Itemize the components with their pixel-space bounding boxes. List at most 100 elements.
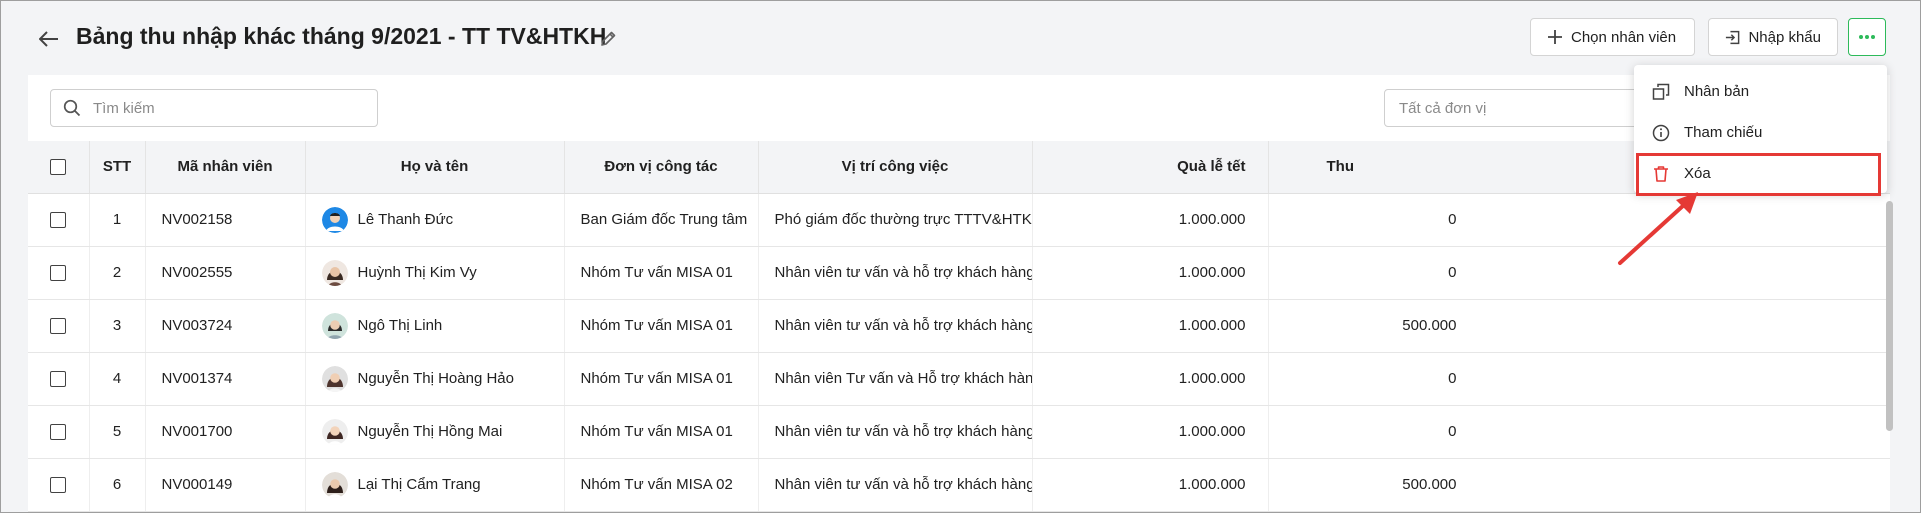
employee-name: Ngô Thị Linh <box>357 317 443 334</box>
other-income-cell: 0 <box>1268 246 1890 300</box>
vertical-scrollbar[interactable] <box>1886 201 1893 431</box>
unit-cell: Nhóm Tư vấn MISA 01 <box>564 246 759 300</box>
employee-name: Huỳnh Thị Kim Vy <box>357 264 477 281</box>
row-checkbox[interactable] <box>50 265 67 282</box>
page-title: Bảng thu nhập khác tháng 9/2021 - TT TV&… <box>76 23 607 49</box>
avatar <box>321 312 348 339</box>
employee-code-cell: NV003724 <box>145 299 306 353</box>
row-checkbox[interactable] <box>50 371 67 388</box>
other-income-cell: 0 <box>1268 405 1890 459</box>
duplicate-icon <box>1652 83 1670 100</box>
employee-code-cell: NV001374 <box>145 352 306 406</box>
more-dots-icon <box>1859 35 1875 39</box>
full-name-cell: Nguyễn Thị Hoàng Hảo <box>305 352 565 406</box>
table-row[interactable]: 2 NV002555 Huỳnh Thị Kim Vy Nhóm Tư vấn … <box>28 246 1890 300</box>
table-row[interactable]: 6 NV000149 Lại Thị Cẩm Trang Nhóm Tư vấn… <box>28 458 1890 512</box>
other-income-value: 0 <box>1448 264 1457 281</box>
import-label: Nhập khẩu <box>1748 28 1821 46</box>
menu-item-reference[interactable]: Tham chiếu <box>1634 112 1887 153</box>
row-select-cell <box>28 352 90 406</box>
import-icon <box>1725 30 1740 44</box>
full-name-cell: Lê Thanh Đức <box>305 193 565 247</box>
plus-icon <box>1548 30 1562 44</box>
position-cell: Nhân viên Tư vấn và Hỗ trợ khách hàng <box>758 352 1033 406</box>
position-cell: Nhân viên tư vấn và hỗ trợ khách hàng <box>758 458 1033 512</box>
column-header-employee-code[interactable]: Mã nhân viên <box>145 141 306 194</box>
annotation-highlight-box <box>1636 153 1881 196</box>
info-icon <box>1652 124 1670 141</box>
employee-code-cell: NV001700 <box>145 405 306 459</box>
employee-name: Lê Thanh Đức <box>357 211 454 228</box>
employee-name: Lại Thị Cẩm Trang <box>357 476 481 493</box>
other-income-cell: 500.000 <box>1268 458 1890 512</box>
avatar <box>321 418 348 445</box>
import-button[interactable]: Nhập khẩu <box>1708 18 1838 56</box>
choose-employee-button[interactable]: Chọn nhân viên <box>1530 18 1695 56</box>
app-window: Bảng thu nhập khác tháng 9/2021 - TT TV&… <box>0 0 1921 513</box>
column-header-stt[interactable]: STT <box>89 141 146 194</box>
unit-cell: Nhóm Tư vấn MISA 01 <box>564 352 759 406</box>
avatar <box>321 259 348 286</box>
employee-table: STT Mã nhân viên Họ và tên Đơn vị công t… <box>28 141 1890 512</box>
other-income-cell: 0 <box>1268 193 1890 247</box>
stt-cell: 4 <box>89 352 146 406</box>
column-header-gift[interactable]: Quà lễ tết <box>1032 141 1269 194</box>
other-income-value: 500.000 <box>1402 476 1457 493</box>
stt-cell: 6 <box>89 458 146 512</box>
table-row[interactable]: 5 NV001700 Nguyễn Thị Hồng Mai Nhóm Tư v… <box>28 405 1890 459</box>
arrow-left-icon <box>39 31 58 47</box>
stt-cell: 1 <box>89 193 146 247</box>
select-all-cell <box>28 141 90 194</box>
back-button[interactable] <box>35 25 63 53</box>
column-header-full-name[interactable]: Họ và tên <box>305 141 565 194</box>
other-income-value: 0 <box>1448 370 1457 387</box>
search-input[interactable] <box>91 98 355 118</box>
menu-item-duplicate[interactable]: Nhân bản <box>1634 71 1887 112</box>
select-all-checkbox[interactable] <box>50 159 67 176</box>
employee-code-cell: NV002555 <box>145 246 306 300</box>
page-header: Bảng thu nhập khác tháng 9/2021 - TT TV&… <box>1 1 1920 75</box>
edit-title-button[interactable] <box>594 25 622 53</box>
unit-cell: Nhóm Tư vấn MISA 02 <box>564 458 759 512</box>
row-checkbox[interactable] <box>50 424 67 441</box>
table-row[interactable]: 1 NV002158 Lê Thanh Đức Ban Giám đốc Tru… <box>28 193 1890 247</box>
table-header-row: STT Mã nhân viên Họ và tên Đơn vị công t… <box>28 141 1890 194</box>
employee-name: Nguyễn Thị Hoàng Hảo <box>357 370 515 387</box>
full-name-cell: Nguyễn Thị Hồng Mai <box>305 405 565 459</box>
full-name-cell: Ngô Thị Linh <box>305 299 565 353</box>
gift-cell: 1.000.000 <box>1032 299 1269 353</box>
gift-cell: 1.000.000 <box>1032 458 1269 512</box>
position-cell: Nhân viên tư vấn và hỗ trợ khách hàng <box>758 299 1033 353</box>
row-checkbox[interactable] <box>50 477 67 494</box>
employee-code-cell: NV000149 <box>145 458 306 512</box>
avatar <box>321 471 348 498</box>
unit-cell: Nhóm Tư vấn MISA 01 <box>564 405 759 459</box>
row-checkbox[interactable] <box>50 318 67 335</box>
stt-cell: 3 <box>89 299 146 353</box>
table-row[interactable]: 3 NV003724 Ngô Thị Linh Nhóm Tư vấn MISA… <box>28 299 1890 353</box>
more-actions-button[interactable] <box>1848 18 1886 56</box>
row-select-cell <box>28 246 90 300</box>
search-icon <box>63 99 81 117</box>
unit-cell: Ban Giám đốc Trung tâm <box>564 193 759 247</box>
search-box[interactable] <box>50 89 378 127</box>
gift-cell: 1.000.000 <box>1032 405 1269 459</box>
position-cell: Nhân viên tư vấn và hỗ trợ khách hàng <box>758 405 1033 459</box>
row-checkbox[interactable] <box>50 212 67 229</box>
employee-code-cell: NV002158 <box>145 193 306 247</box>
column-header-unit[interactable]: Đơn vị công tác <box>564 141 759 194</box>
other-income-cell: 0 <box>1268 352 1890 406</box>
column-header-position[interactable]: Vị trí công việc <box>758 141 1033 194</box>
menu-item-label: Tham chiếu <box>1684 124 1763 141</box>
position-cell: Nhân viên tư vấn và hỗ trợ khách hàng <box>758 246 1033 300</box>
stt-cell: 2 <box>89 246 146 300</box>
row-select-cell <box>28 458 90 512</box>
row-select-cell <box>28 299 90 353</box>
table-row[interactable]: 4 NV001374 Nguyễn Thị Hoàng Hảo Nhóm Tư … <box>28 352 1890 406</box>
other-income-cell: 500.000 <box>1268 299 1890 353</box>
menu-item-label: Nhân bản <box>1684 83 1750 100</box>
unit-cell: Nhóm Tư vấn MISA 01 <box>564 299 759 353</box>
gift-cell: 1.000.000 <box>1032 352 1269 406</box>
pencil-icon <box>601 31 616 46</box>
employee-name: Nguyễn Thị Hồng Mai <box>357 423 503 440</box>
